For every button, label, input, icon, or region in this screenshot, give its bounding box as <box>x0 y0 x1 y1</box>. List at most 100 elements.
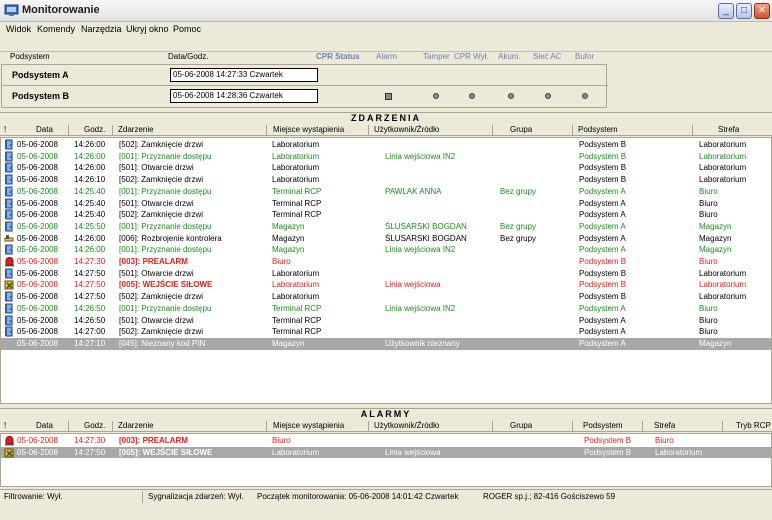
col-marker: ! <box>4 125 7 134</box>
event-row[interactable]: 05-06-2008 14:25:40 [501]: Otwarcie drzwi T… <box>1 198 771 210</box>
column-separator[interactable] <box>692 125 693 135</box>
subsystem-row-a[interactable]: Podsystem A 05-06-2008 14:27:33 Czwartek <box>2 65 608 86</box>
door-icon <box>4 209 15 220</box>
cell-data: 05-06-2008 <box>17 447 58 457</box>
event-row[interactable]: 05-06-2008 14:26:00 [502]: Zamknięcie drzw… <box>1 139 771 151</box>
cell-podsystem: Podsystem B <box>579 257 627 266</box>
column-separator[interactable] <box>572 125 573 135</box>
header-cpr-wyl: CPR Wył. <box>454 52 489 61</box>
col-zdarzenie[interactable]: Zdarzenie <box>118 125 154 134</box>
cell-podsystem: Podsystem A <box>579 186 626 196</box>
column-separator[interactable] <box>266 421 267 431</box>
cell-strefa: Laboratorium <box>699 268 747 278</box>
event-row[interactable]: 05-06-2008 14:25:40 [001]: Przyznanie dost… <box>1 186 771 198</box>
event-row[interactable]: 05-06-2008 14:26:00 [001]: Przyznanie dost… <box>1 244 771 256</box>
subsystem-status-header: Podsystem Data/Godz. CPR Status Alarm Ta… <box>0 51 772 62</box>
column-separator[interactable] <box>642 421 643 431</box>
column-separator[interactable] <box>266 125 267 135</box>
cell-zdarzenie: [501]: Otwarcie drzwi <box>119 315 194 325</box>
cell-miejsce: Laboratorium <box>272 292 320 302</box>
event-row[interactable]: 05-06-2008 14:26:10 [502]: Zamknięcie drzw… <box>1 174 771 186</box>
col-data[interactable]: Data <box>36 125 53 134</box>
alarms-grid[interactable]: 05-06-2008 14:27:30 [003]: PREALARM Biuro Po… <box>0 433 772 487</box>
col-grupa[interactable]: Grupa <box>510 421 532 430</box>
cell-zdarzenie: [006]: Rozbrojenie kontrolera <box>119 233 222 243</box>
door-icon <box>4 174 15 185</box>
subsystem-row-b[interactable]: Podsystem B 05-06-2008 14:28:36 Czwartek <box>2 86 608 107</box>
cell-godz: 14:27:30 <box>74 436 106 445</box>
cell-podsystem: Podsystem B <box>579 280 627 290</box>
cell-podsystem: Podsystem A <box>579 233 626 243</box>
col-grupa[interactable]: Grupa <box>510 125 532 134</box>
column-separator[interactable] <box>368 421 369 431</box>
subsystem-datetime: 05-06-2008 14:28:36 Czwartek <box>170 89 318 103</box>
menu-narzedzia[interactable]: Narzędzia <box>81 24 122 34</box>
event-row[interactable]: 05-06-2008 14:25:40 [502]: Zamknięcie drzw… <box>1 209 771 221</box>
event-row[interactable]: 05-06-2008 14:26:50 [001]: Przyznanie dost… <box>1 303 771 315</box>
column-separator[interactable] <box>492 125 493 135</box>
event-row[interactable]: 05-06-2008 14:27:00 [502]: Zamknięcie drzw… <box>1 326 771 338</box>
col-strefa[interactable]: Strefa <box>654 421 675 430</box>
cell-miejsce: Laboratorium <box>272 175 320 185</box>
cell-podsystem: Podsystem A <box>579 245 626 255</box>
event-row[interactable]: 05-06-2008 14:25:50 [001]: Przyznanie dost… <box>1 221 771 233</box>
column-separator[interactable] <box>368 125 369 135</box>
menu-widok[interactable]: Widok <box>6 24 31 34</box>
event-row[interactable]: 05-06-2008 14:26:00 [006]: Rozbrojenie kon… <box>1 233 771 245</box>
cell-zdarzenie: [005]: WEJŚCIE SIŁOWE <box>119 447 213 457</box>
col-podsystem[interactable]: Podsystem <box>583 421 623 430</box>
event-row[interactable]: 05-06-2008 14:27:50 [502]: Zamknięcie drzw… <box>1 291 771 303</box>
close-button[interactable]: ✕ <box>754 3 770 19</box>
column-separator[interactable] <box>722 421 723 431</box>
col-strefa[interactable]: Strefa <box>718 125 739 134</box>
cell-godz: 14:25:40 <box>74 186 106 196</box>
status-signal: Sygnalizacja zdarzeń: Wył. <box>148 492 244 501</box>
column-separator[interactable] <box>112 125 113 135</box>
cell-data: 05-06-2008 <box>17 221 58 231</box>
cell-zdarzenie: [003]: PREALARM <box>119 257 188 266</box>
event-row[interactable]: 05-06-2008 14:27:10 [045]: Nieznany kod PI… <box>1 337 771 350</box>
event-row[interactable]: 05-06-2008 14:27:30 [003]: PREALARM Biuro Po… <box>1 256 771 268</box>
col-uzytkownik[interactable]: Użytkownik/Źródło <box>374 125 439 134</box>
events-column-header: ! Data Godz. Zdarzenie Miejsce wystąpien… <box>0 124 772 136</box>
header-cpr-status: CPR Status <box>316 52 360 61</box>
cell-godz: 14:26:10 <box>74 175 106 185</box>
cell-zdarzenie: [502]: Zamknięcie drzwi <box>119 327 204 337</box>
event-row[interactable]: 05-06-2008 14:27:50 [005]: WEJŚCIE SIŁOWE L… <box>1 279 771 291</box>
event-row[interactable]: 05-06-2008 14:26:50 [501]: Otwarcie drzwi T… <box>1 315 771 327</box>
door-icon <box>4 303 15 314</box>
cell-podsystem: Podsystem B <box>579 292 627 302</box>
column-separator[interactable] <box>492 421 493 431</box>
status-company: ROGER sp.j.; 82-416 Gościszewo 59 <box>483 492 616 501</box>
menu-pomoc[interactable]: Pomoc <box>173 24 201 34</box>
column-separator[interactable] <box>572 421 573 431</box>
header-tamper: Tamper <box>423 52 450 61</box>
alarm-row[interactable]: 05-06-2008 14:27:50 [005]: WEJŚCIE SIŁOWE L… <box>1 446 771 459</box>
col-uzytkownik[interactable]: Użytkownik/Źródło <box>374 421 439 430</box>
column-separator[interactable] <box>68 125 69 135</box>
cell-strefa: Biuro <box>699 327 718 337</box>
cell-podsystem: Podsystem B <box>584 436 632 445</box>
col-podsystem[interactable]: Podsystem <box>578 125 618 134</box>
minimize-button[interactable]: _ <box>718 3 734 19</box>
col-miejsce[interactable]: Miejsce wystąpienia <box>273 421 344 430</box>
cell-podsystem: Podsystem A <box>579 198 626 208</box>
menu-ukryj-okno[interactable]: Ukryj okno <box>126 24 169 34</box>
col-miejsce[interactable]: Miejsce wystąpienia <box>273 125 344 134</box>
col-godz[interactable]: Godz. <box>84 421 105 430</box>
alarm-row[interactable]: 05-06-2008 14:27:30 [003]: PREALARM Biuro Po… <box>1 435 771 447</box>
maximize-button[interactable]: □ <box>736 3 752 19</box>
col-data[interactable]: Data <box>36 421 53 430</box>
door-icon <box>4 221 15 232</box>
events-grid[interactable]: 05-06-2008 14:26:00 [502]: Zamknięcie drzw… <box>0 137 772 404</box>
header-akum: Akum. <box>498 52 521 61</box>
column-separator[interactable] <box>68 421 69 431</box>
column-separator[interactable] <box>112 421 113 431</box>
col-tryb-rcp[interactable]: Tryb RCP <box>736 421 771 430</box>
col-godz[interactable]: Godz. <box>84 125 105 134</box>
col-zdarzenie[interactable]: Zdarzenie <box>118 421 154 430</box>
menu-komendy[interactable]: Komendy <box>37 24 75 34</box>
event-row[interactable]: 05-06-2008 14:27:50 [501]: Otwarcie drzwi L… <box>1 268 771 280</box>
event-row[interactable]: 05-06-2008 14:26:00 [001]: Przyznanie dost… <box>1 151 771 163</box>
event-row[interactable]: 05-06-2008 14:26:00 [501]: Otwarcie drzwi L… <box>1 162 771 174</box>
